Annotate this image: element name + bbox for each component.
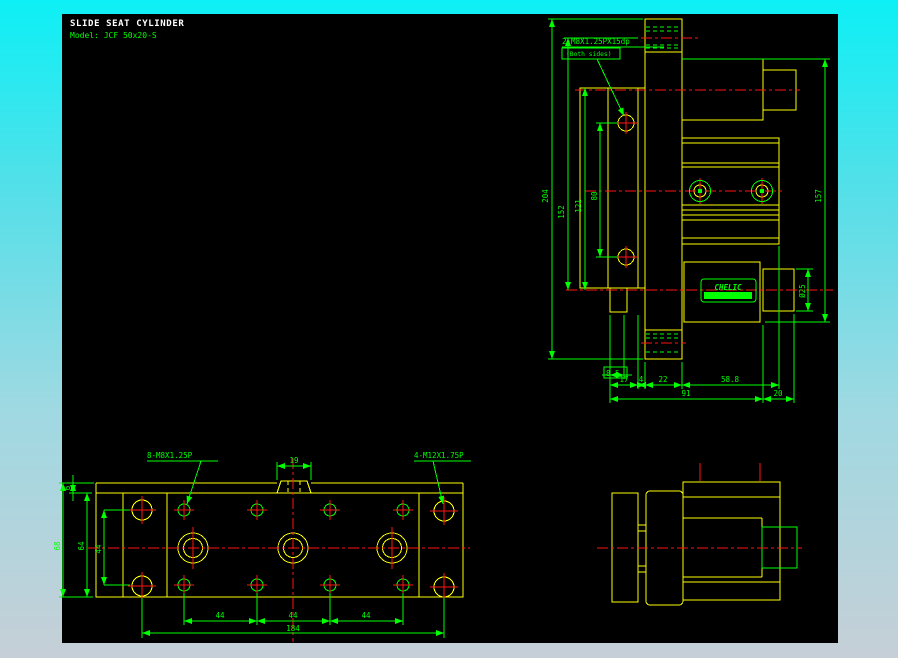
dim-19-label: 19 xyxy=(289,456,298,465)
drawing-title: SLIDE SEAT CYLINDER xyxy=(70,19,184,29)
dim-44-pitch1-label: 44 xyxy=(215,611,225,620)
dim-152-label: 152 xyxy=(557,205,566,219)
dim-68-label: 68 xyxy=(53,541,62,551)
thread-note: 2-M8X1.25PX15dp xyxy=(562,37,630,46)
dim-44-pitch2-label: 44 xyxy=(288,611,298,620)
dim-44-pitch3-label: 44 xyxy=(361,611,371,620)
dim-184-label: 184 xyxy=(286,624,300,633)
thread-note-sub: (Both sides) xyxy=(566,51,612,58)
dim-dia25-label: Ø25 xyxy=(798,284,807,298)
note-m12-holes: 4-M12X1.75P xyxy=(414,451,464,460)
dim-20-label: 20 xyxy=(773,389,783,398)
dim-80-label: 80 xyxy=(590,191,599,201)
dim-44-vertical-label: 44 xyxy=(94,544,103,554)
dim-58-8-label: 58.8 xyxy=(721,375,740,384)
dim-8-5-label: 8.5 xyxy=(606,369,620,378)
chelic-logo-text: CHELIC xyxy=(714,283,742,292)
dim-121-label: 121 xyxy=(574,199,583,213)
dim-17-label: 17 xyxy=(619,375,628,384)
dim-64-label: 64 xyxy=(77,541,86,551)
chelic-logo-bar xyxy=(704,292,752,299)
dim-6-label: 6 xyxy=(63,485,72,490)
note-m8-holes: 8-M8X1.25P xyxy=(147,451,193,460)
dim-157-label: 157 xyxy=(814,189,823,203)
drawing-model: Model: JCF 50x20-S xyxy=(70,31,157,40)
cad-drawing: SLIDE SEAT CYLINDER Model: JCF 50x20-S xyxy=(0,0,898,658)
dim-22-label: 22 xyxy=(658,375,667,384)
viewer-background: SLIDE SEAT CYLINDER Model: JCF 50x20-S xyxy=(0,0,898,658)
dim-91-label: 91 xyxy=(681,389,690,398)
dim-204-label: 204 xyxy=(541,189,550,203)
dim-4-label: 4 xyxy=(639,375,644,384)
